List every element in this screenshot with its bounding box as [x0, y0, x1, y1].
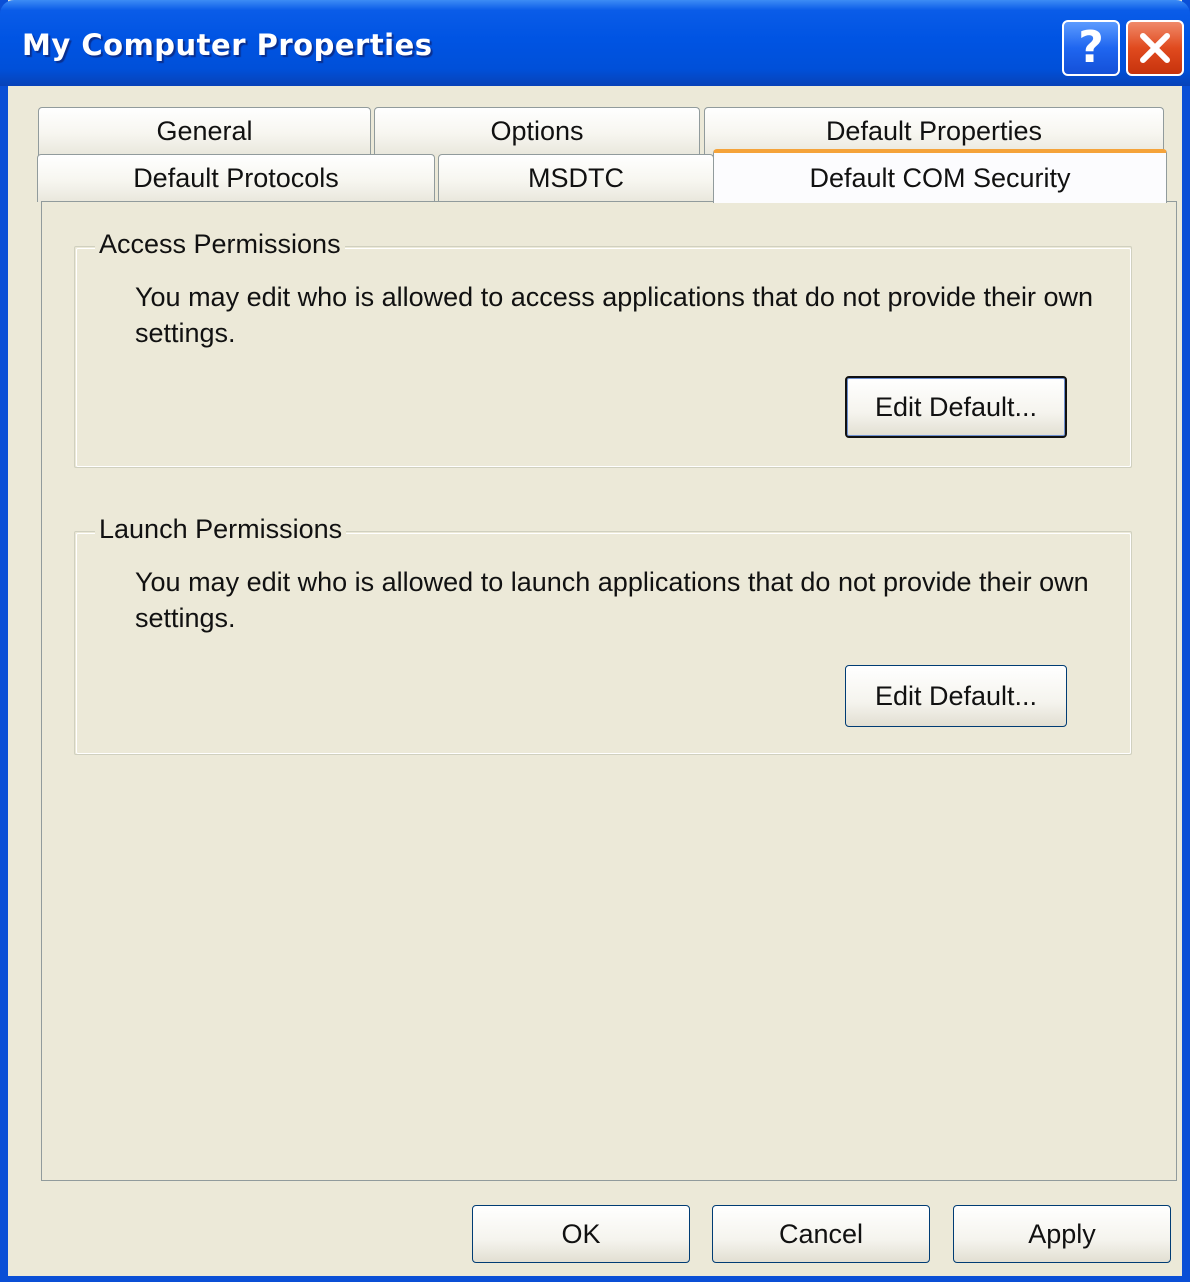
tab-general[interactable]: General [38, 107, 371, 155]
help-button[interactable]: ? [1062, 20, 1120, 76]
close-button[interactable] [1126, 20, 1184, 76]
apply-button[interactable]: Apply [953, 1205, 1171, 1263]
access-permissions-legend: Access Permissions [95, 229, 345, 260]
launch-permissions-legend: Launch Permissions [95, 514, 347, 545]
tab-default-com-security[interactable]: Default COM Security [713, 149, 1167, 203]
properties-dialog: My Computer Properties ? General Options… [0, 0, 1190, 1282]
tab-default-com-security-label: Default COM Security [809, 162, 1071, 193]
apply-button-label: Apply [1028, 1218, 1096, 1249]
access-edit-default-label: Edit Default... [874, 391, 1038, 422]
launch-permissions-description: You may edit who is allowed to launch ap… [135, 567, 1089, 633]
ok-button-label: OK [561, 1218, 601, 1249]
ok-button[interactable]: OK [472, 1205, 690, 1263]
launch-edit-default-label: Edit Default... [874, 680, 1038, 711]
cancel-button-label: Cancel [778, 1218, 864, 1249]
tab-general-label: General [156, 116, 253, 146]
tab-options-label: Options [490, 116, 584, 146]
close-icon [1140, 33, 1170, 63]
tab-default-properties-label: Default Properties [825, 116, 1043, 146]
tab-default-protocols-label: Default Protocols [133, 163, 339, 193]
window-title: My Computer Properties [22, 28, 433, 62]
access-edit-default-button[interactable]: Edit Default... [845, 376, 1067, 438]
access-permissions-group: Access Permissions You may edit who is a… [74, 229, 1132, 468]
tab-msdtc[interactable]: MSDTC [438, 154, 714, 202]
tab-msdtc-label: MSDTC [528, 163, 624, 193]
access-permissions-description: You may edit who is allowed to access ap… [135, 282, 1094, 348]
launch-permissions-group: Launch Permissions You may edit who is a… [74, 514, 1132, 755]
cancel-button[interactable]: Cancel [712, 1205, 930, 1263]
title-bar[interactable]: My Computer Properties ? [0, 0, 1190, 86]
help-icon: ? [1078, 22, 1104, 73]
tab-default-protocols[interactable]: Default Protocols [37, 154, 435, 202]
tab-options[interactable]: Options [374, 107, 700, 155]
tab-panel: Access Permissions You may edit who is a… [41, 201, 1177, 1181]
tab-default-properties[interactable]: Default Properties [704, 107, 1164, 155]
launch-edit-default-button[interactable]: Edit Default... [845, 665, 1067, 727]
